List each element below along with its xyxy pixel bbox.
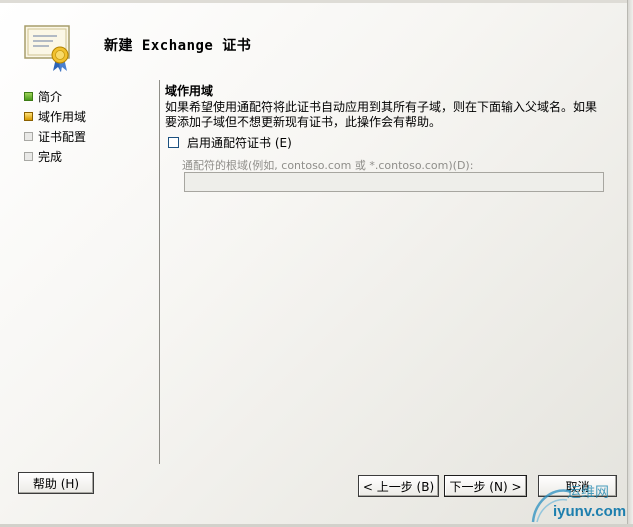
nav-divider <box>159 80 160 464</box>
root-domain-input[interactable] <box>184 172 604 192</box>
root-domain-label: 通配符的根域(例如, contoso.com 或 *.contoso.com)(… <box>182 159 474 172</box>
nav-step-label: 简介 <box>38 89 63 104</box>
section-description: 如果希望使用通配符将此证书自动应用到其所有子域，则在下面输入父域名。如果要添加子… <box>165 100 598 129</box>
nav-step-label: 域作用域 <box>38 109 87 124</box>
domain-scope-panel: 域作用域 如果希望使用通配符将此证书自动应用到其所有子域，则在下面输入父域名。如… <box>165 82 605 192</box>
nav-step-label: 完成 <box>38 149 63 164</box>
wizard-steps-nav: 简介 域作用域 证书配置 完成 <box>24 86 154 166</box>
nav-step-intro[interactable]: 简介 <box>24 86 154 106</box>
next-button[interactable]: 下一步 (N) > <box>444 475 527 497</box>
section-title: 域作用域 <box>165 84 214 98</box>
nav-step-cert-config[interactable]: 证书配置 <box>24 126 154 146</box>
nav-step-domain-scope[interactable]: 域作用域 <box>24 106 154 126</box>
watermark: 运维网 iyunv.com <box>527 478 627 524</box>
step-pending-icon <box>24 151 33 161</box>
back-button[interactable]: < 上一步 (B) <box>358 475 439 497</box>
watermark-brand: 运维网 <box>567 485 609 501</box>
step-current-icon <box>24 111 33 121</box>
wildcard-checkbox-row[interactable]: 启用通配符证书 (E) <box>168 134 292 151</box>
wildcard-checkbox[interactable] <box>168 137 179 148</box>
step-complete-icon <box>24 91 33 101</box>
nav-step-label: 证书配置 <box>38 129 87 144</box>
certificate-icon <box>24 25 70 72</box>
watermark-url: iyunv.com <box>553 503 627 520</box>
wizard-header: 新建 Exchange 证书 <box>0 3 628 79</box>
wildcard-checkbox-label[interactable]: 启用通配符证书 (E) <box>187 134 292 151</box>
help-button[interactable]: 帮助 (H) <box>18 472 94 494</box>
window-title: 新建 Exchange 证书 <box>104 38 252 54</box>
nav-step-finish[interactable]: 完成 <box>24 146 154 166</box>
window-right-edge <box>627 0 633 527</box>
step-pending-icon <box>24 131 33 141</box>
